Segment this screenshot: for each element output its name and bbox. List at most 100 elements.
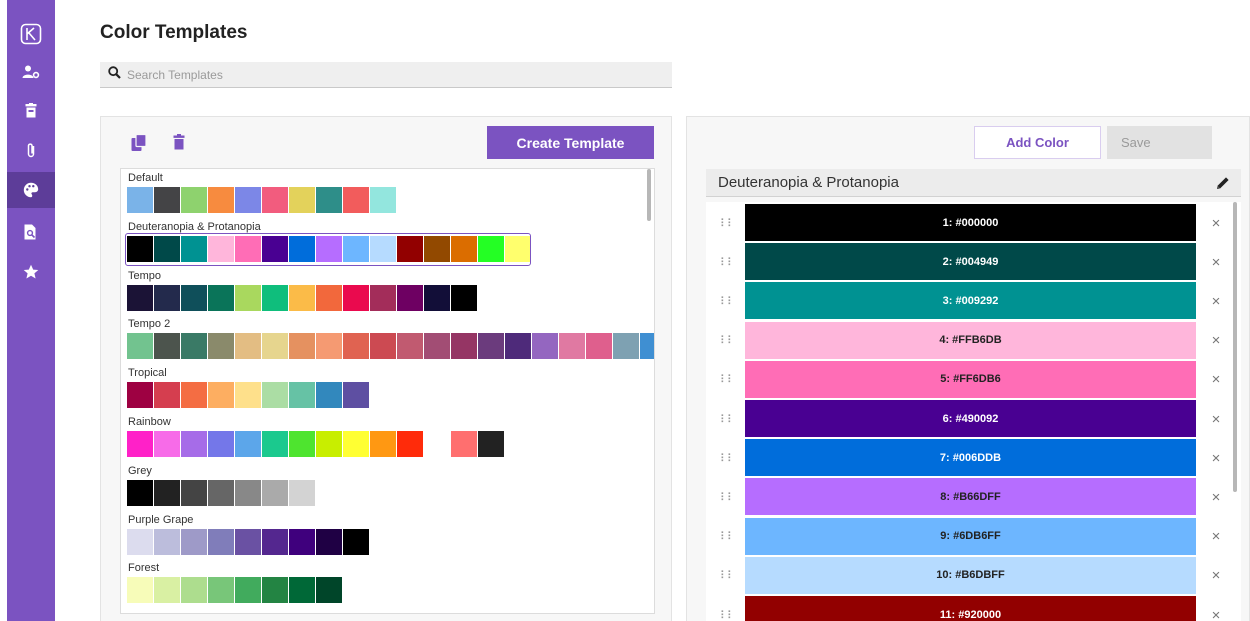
color-row[interactable]: ⠇⠇ 9: #6DB6FF × — [706, 517, 1226, 556]
add-color-button[interactable]: Add Color — [974, 126, 1101, 159]
drag-handle-icon[interactable]: ⠇⠇ — [720, 400, 735, 438]
color-swatch — [181, 528, 207, 555]
search-icon — [108, 65, 121, 84]
color-swatch — [397, 333, 423, 360]
color-bar[interactable]: 5: #FF6DB6 — [745, 360, 1196, 398]
color-bar[interactable]: 3: #009292 — [745, 282, 1196, 320]
color-bar[interactable]: 1: #000000 — [745, 204, 1196, 241]
color-bar[interactable]: 7: #006DDB — [745, 439, 1196, 477]
color-swatch — [370, 284, 396, 311]
remove-color-icon[interactable]: × — [1206, 400, 1226, 438]
search-input[interactable] — [127, 67, 647, 82]
search-bar[interactable] — [100, 62, 672, 88]
swatch-strip — [127, 382, 369, 409]
drag-handle-icon[interactable]: ⠇⠇ — [720, 557, 735, 595]
scrollbar[interactable] — [1233, 202, 1237, 492]
template-item[interactable]: Tempo — [121, 270, 641, 314]
logo-icon[interactable] — [7, 16, 55, 52]
color-row[interactable]: ⠇⠇ 6: #490092 × — [706, 400, 1226, 438]
template-name-header: Deuteranopia & Protanopia — [706, 169, 1241, 197]
color-swatch — [154, 528, 180, 555]
save-button[interactable]: Save — [1107, 126, 1212, 159]
template-item[interactable]: Purple Grape — [121, 514, 641, 558]
template-item[interactable]: Tropical — [121, 367, 641, 411]
user-settings-icon[interactable] — [7, 54, 55, 90]
template-name: Deuteranopia & Protanopia — [128, 220, 261, 233]
template-item[interactable]: Grey — [121, 465, 641, 509]
color-row[interactable]: ⠇⠇ 4: #FFB6DB × — [706, 321, 1226, 360]
document-search-icon[interactable] — [7, 214, 55, 250]
drag-handle-icon[interactable]: ⠇⠇ — [720, 439, 735, 477]
drag-handle-icon[interactable]: ⠇⠇ — [720, 361, 735, 399]
drag-handle-icon[interactable]: ⠇⠇ — [720, 322, 735, 360]
color-bar[interactable]: 4: #FFB6DB — [745, 321, 1196, 359]
color-swatch — [397, 284, 423, 311]
template-item[interactable]: Rainbow — [121, 416, 641, 460]
remove-color-icon[interactable]: × — [1206, 518, 1226, 556]
color-swatch — [127, 382, 153, 409]
remove-color-icon[interactable]: × — [1206, 557, 1226, 595]
remove-color-icon[interactable]: × — [1206, 439, 1226, 477]
color-row[interactable]: ⠇⠇ 1: #000000 × — [706, 204, 1226, 242]
create-template-button[interactable]: Create Template — [487, 126, 654, 159]
color-swatch — [289, 187, 315, 213]
pencil-icon[interactable] — [1215, 175, 1231, 195]
color-row[interactable]: ⠇⠇ 7: #006DDB × — [706, 439, 1226, 477]
color-row[interactable]: ⠇⠇ 5: #FF6DB6 × — [706, 360, 1226, 399]
color-swatch — [154, 333, 180, 360]
swatch-strip — [127, 528, 369, 555]
color-row[interactable]: ⠇⠇ 10: #B6DBFF × — [706, 556, 1226, 595]
remove-color-icon[interactable]: × — [1206, 322, 1226, 360]
paperclip-icon[interactable] — [7, 132, 55, 168]
palette-icon[interactable] — [7, 172, 55, 208]
color-row[interactable]: ⠇⠇ 2: #004949 × — [706, 243, 1226, 281]
color-bar[interactable]: 9: #6DB6FF — [745, 517, 1196, 555]
color-list[interactable]: ⠇⠇ 1: #000000 × ⠇⠇ 2: #004949 × ⠇⠇ 3: #009292 × ⠇… — [706, 202, 1241, 621]
color-swatch — [478, 333, 504, 360]
remove-color-icon[interactable]: × — [1206, 361, 1226, 399]
color-row[interactable]: ⠇⠇ 8: #B66DFF × — [706, 478, 1226, 516]
color-swatch — [343, 187, 369, 213]
color-swatch — [316, 187, 342, 213]
trash-can-icon[interactable] — [7, 92, 55, 128]
color-swatch — [208, 235, 234, 262]
color-bar[interactable]: 6: #490092 — [745, 400, 1196, 437]
drag-handle-icon[interactable]: ⠇⠇ — [720, 518, 735, 556]
color-swatch — [208, 333, 234, 360]
template-item[interactable]: Deuteranopia & Protanopia — [121, 220, 641, 266]
color-bar[interactable]: 10: #B6DBFF — [745, 556, 1196, 594]
template-list[interactable]: Default Deuteranopia & Protanopia Tempo Tem… — [120, 168, 655, 614]
remove-color-icon[interactable]: × — [1206, 282, 1226, 320]
drag-handle-icon[interactable]: ⠇⠇ — [720, 282, 735, 320]
remove-color-icon[interactable]: × — [1206, 243, 1226, 281]
remove-color-icon[interactable]: × — [1206, 204, 1226, 242]
color-swatch — [208, 284, 234, 311]
color-row[interactable]: ⠇⠇ 11: #920000 × — [706, 596, 1226, 621]
color-swatch — [262, 284, 288, 311]
color-bar[interactable]: 8: #B66DFF — [745, 478, 1196, 516]
drag-handle-icon[interactable]: ⠇⠇ — [720, 478, 735, 516]
color-row[interactable]: ⠇⠇ 3: #009292 × — [706, 282, 1226, 320]
scrollbar[interactable] — [647, 169, 651, 221]
template-item[interactable]: Tempo 2 — [121, 318, 654, 362]
color-bar[interactable]: 2: #004949 — [745, 243, 1196, 281]
delete-icon[interactable] — [173, 134, 185, 155]
drag-handle-icon[interactable]: ⠇⠇ — [720, 243, 735, 281]
drag-handle-icon[interactable]: ⠇⠇ — [720, 596, 735, 621]
remove-color-icon[interactable]: × — [1206, 478, 1226, 516]
template-name: Default — [128, 172, 163, 184]
star-icon[interactable] — [7, 254, 55, 290]
swatch-strip — [127, 479, 315, 506]
copy-icon[interactable] — [131, 133, 147, 157]
drag-handle-icon[interactable]: ⠇⠇ — [720, 204, 735, 242]
template-item[interactable]: Default — [121, 172, 641, 216]
swatch-strip — [127, 187, 396, 213]
remove-color-icon[interactable]: × — [1206, 596, 1226, 621]
color-swatch — [181, 577, 207, 604]
color-bar[interactable]: 11: #920000 — [745, 596, 1196, 621]
template-item[interactable]: Forest — [121, 562, 641, 606]
color-swatch — [424, 235, 450, 262]
color-swatch — [343, 235, 369, 262]
color-swatch — [235, 333, 261, 360]
color-swatch — [451, 235, 477, 262]
